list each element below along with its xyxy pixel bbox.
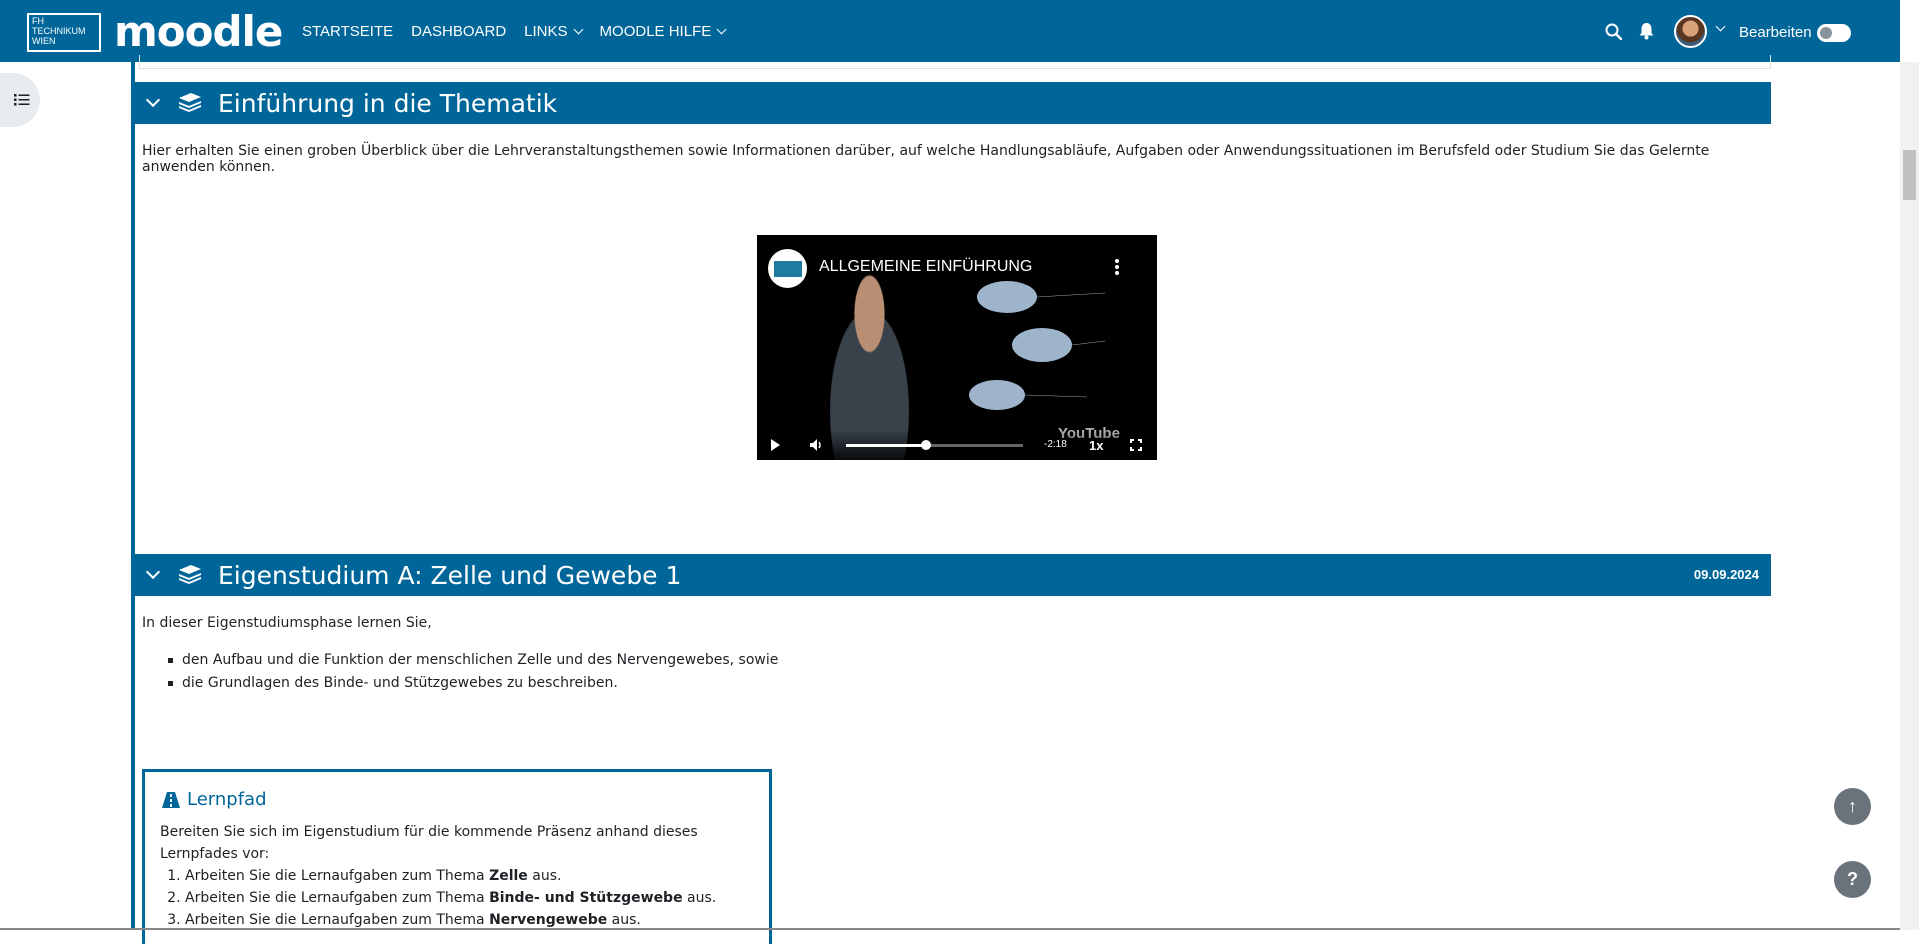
navbar: FH TECHNIKUM WIEN moodle STARTSEITE DASH… xyxy=(0,0,1900,62)
playback-speed-button[interactable]: 1x xyxy=(1089,438,1103,453)
user-avatar[interactable] xyxy=(1674,15,1707,48)
section-date: 09.09.2024 xyxy=(1693,567,1759,582)
user-navigation: Bearbeiten xyxy=(1580,0,1900,62)
list-item: den Aufbau und die Funktion der menschli… xyxy=(168,651,778,669)
youtube-video-player[interactable]: ALLGEMEINE EINFÜHRUNG YouTube -2:18 1x xyxy=(757,235,1157,460)
lernpfad-title: Lernpfad xyxy=(161,789,267,810)
step-text: Arbeiten Sie die Lernaufgaben zum Thema xyxy=(185,868,490,884)
collapse-chevron-icon[interactable] xyxy=(145,92,161,108)
time-remaining: -2:18 xyxy=(1044,439,1067,450)
progress-fill xyxy=(846,444,926,447)
page-scrollbar[interactable] xyxy=(1900,62,1919,930)
lernpfad-title-text: Lernpfad xyxy=(187,789,267,810)
nav-label: STARTSEITE xyxy=(302,22,394,40)
section-intro: Hier erhalten Sie einen groben Überblick… xyxy=(142,143,1710,175)
video-controls: -2:18 1x xyxy=(757,430,1157,460)
list-item: die Grundlagen des Binde- und Stützgeweb… xyxy=(168,674,778,692)
channel-avatar[interactable] xyxy=(768,249,807,288)
section-header-eigenstudium-a: Eigenstudium A: Zelle und Gewebe 1 09.09… xyxy=(135,554,1771,596)
muscle-fiber-illustration xyxy=(969,281,1106,410)
lernpfad-step: Arbeiten Sie die Lernaufgaben zum Thema … xyxy=(185,865,716,887)
moodle-logo[interactable]: moodle xyxy=(114,11,283,53)
section-intro: In dieser Eigenstudiumsphase lernen Sie, xyxy=(142,615,432,631)
logo-line: TECHNIKUM xyxy=(32,26,86,36)
course-index-drawer-button[interactable] xyxy=(0,73,40,127)
fh-technikum-logo[interactable]: FH TECHNIKUM WIEN xyxy=(27,13,101,52)
list-icon xyxy=(14,94,30,106)
search-icon[interactable] xyxy=(1605,23,1622,40)
nav-dashboard[interactable]: DASHBOARD xyxy=(411,23,506,40)
lernpfad-step: Arbeiten Sie die Lernaufgaben zum Thema … xyxy=(185,887,716,909)
nav-startseite[interactable]: STARTSEITE xyxy=(302,23,393,40)
chevron-down-icon xyxy=(716,24,727,34)
step-text: aus. xyxy=(607,912,641,928)
nav-label: DASHBOARD xyxy=(411,22,507,40)
learning-goals-list: den Aufbau und die Funktion der menschli… xyxy=(168,651,778,697)
back-to-top-button[interactable]: ↑ xyxy=(1834,788,1871,825)
play-icon[interactable] xyxy=(771,439,780,451)
lernpfad-box: Lernpfad Bereiten Sie sich im Eigenstudi… xyxy=(142,769,772,944)
volume-icon[interactable] xyxy=(809,438,823,452)
lernpfad-steps: Arbeiten Sie die Lernaufgaben zum Thema … xyxy=(185,865,716,931)
section-header-einfuehrung: Einführung in die Thematik xyxy=(135,82,1771,124)
collapse-chevron-icon[interactable] xyxy=(145,564,161,580)
scrollbar-thumb[interactable] xyxy=(1903,150,1916,200)
step-text: aus. xyxy=(682,890,717,906)
help-button[interactable]: ? xyxy=(1834,861,1871,898)
bell-icon[interactable] xyxy=(1638,22,1655,40)
lernpfad-text: Bereiten Sie sich im Eigenstudium für di… xyxy=(160,824,698,862)
primary-navigation: STARTSEITE DASHBOARD LINKS MOODLE HILFE xyxy=(302,0,743,62)
nav-links-dropdown[interactable]: LINKS xyxy=(524,22,583,40)
progress-handle[interactable] xyxy=(920,440,931,450)
chevron-down-icon xyxy=(573,24,583,34)
nav-label: LINKS xyxy=(524,22,568,40)
fullscreen-icon[interactable] xyxy=(1129,438,1143,452)
step-text: aus. xyxy=(527,868,562,884)
section-title[interactable]: Einführung in die Thematik xyxy=(218,89,557,118)
video-progress-bar[interactable] xyxy=(846,440,1023,450)
step-topic: Zelle xyxy=(489,868,528,884)
previous-section-edge xyxy=(139,55,1771,69)
edit-mode-label: Bearbeiten xyxy=(1739,24,1812,41)
step-text: Arbeiten Sie die Lernaufgaben zum Thema xyxy=(185,912,490,928)
step-topic: Binde- und Stützgewebe xyxy=(489,890,683,906)
road-icon xyxy=(162,791,180,808)
chevron-down-icon[interactable] xyxy=(1715,21,1726,32)
logo-line: FH xyxy=(32,16,44,26)
books-icon xyxy=(179,565,201,584)
nav-label: MOODLE HILFE xyxy=(599,22,712,40)
course-content-rail xyxy=(131,62,135,930)
step-topic: Nervengewebe xyxy=(489,912,608,928)
toggle-knob xyxy=(1820,27,1832,39)
video-title[interactable]: ALLGEMEINE EINFÜHRUNG xyxy=(819,258,1032,276)
section-title[interactable]: Eigenstudium A: Zelle und Gewebe 1 xyxy=(218,561,681,590)
logo-line: WIEN xyxy=(32,36,56,46)
channel-logo xyxy=(774,261,802,277)
books-icon xyxy=(179,93,201,112)
edit-mode-toggle[interactable] xyxy=(1817,24,1851,42)
step-text: Arbeiten Sie die Lernaufgaben zum Thema xyxy=(185,890,490,906)
more-options-icon[interactable] xyxy=(1115,259,1119,275)
nav-moodle-hilfe-dropdown[interactable]: MOODLE HILFE xyxy=(599,22,727,40)
